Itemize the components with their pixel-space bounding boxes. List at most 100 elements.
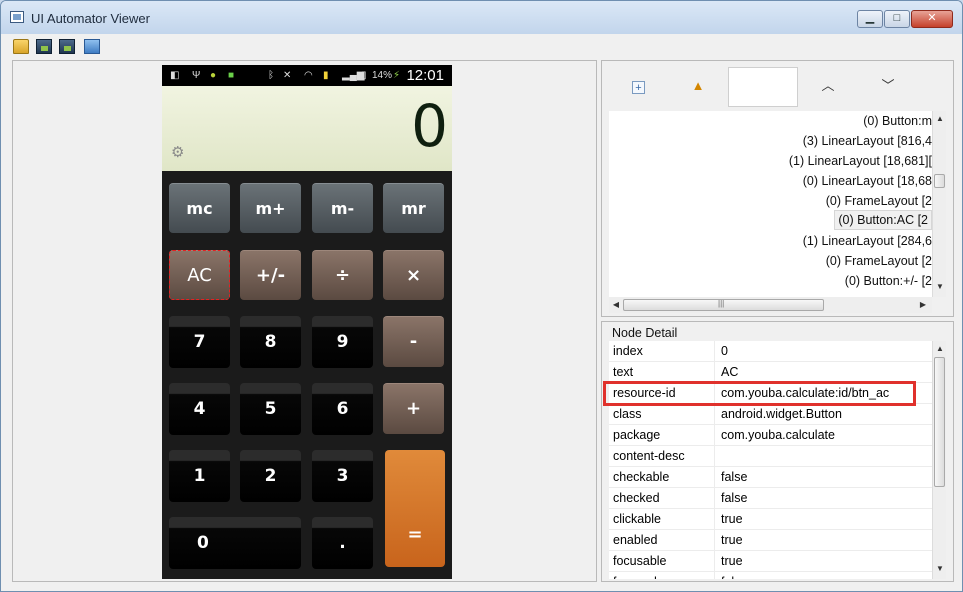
key-3[interactable]: 3	[312, 450, 373, 502]
key-mr[interactable]: mr	[383, 183, 444, 233]
column-divider	[714, 341, 715, 362]
key-7[interactable]: 7	[169, 316, 230, 368]
tree-node[interactable]: (1) LinearLayout [18,681][	[789, 151, 932, 171]
scroll-down-icon[interactable]: ▼	[934, 563, 946, 575]
app-icon	[10, 11, 24, 23]
scroll-thumb[interactable]	[934, 357, 945, 487]
app-notification-icon: ●	[210, 70, 217, 81]
key-minus[interactable]: -	[383, 316, 444, 367]
tree-node[interactable]: (0) FrameLayout [2	[826, 191, 932, 211]
key-mminus[interactable]: m-	[312, 183, 373, 233]
chevron-up-icon[interactable]: ︿	[820, 78, 836, 94]
maximize-button[interactable]: □	[884, 10, 910, 28]
minimize-button[interactable]: ▁	[857, 10, 883, 28]
status-time: 12:01	[406, 67, 444, 84]
key-mc[interactable]: mc	[169, 183, 230, 233]
column-divider	[714, 362, 715, 383]
key-2[interactable]: 2	[240, 450, 301, 502]
tree-node[interactable]: (0) Button:m	[863, 111, 932, 131]
tree-node[interactable]: (0) FrameLayout [2	[826, 251, 932, 271]
detail-value: true	[721, 512, 743, 526]
detail-row-focused[interactable]: focused false	[609, 572, 932, 579]
save-icon[interactable]	[84, 39, 100, 54]
scroll-right-icon[interactable]: ▶	[917, 299, 929, 311]
detail-row-class[interactable]: class android.widget.Button	[609, 404, 932, 425]
detail-row-package[interactable]: package com.youba.calculate	[609, 425, 932, 446]
key-ac[interactable]: AC	[169, 250, 230, 300]
key-multiply[interactable]: ×	[383, 250, 444, 300]
scroll-up-icon[interactable]: ▲	[934, 343, 946, 355]
column-divider	[714, 530, 715, 551]
app-window: UI Automator Viewer ▁ □ ✕ ◧ Ψ ● ■ ᛒ ✕ ◠ …	[0, 0, 963, 592]
detail-key: focused	[613, 575, 657, 579]
title-bar: UI Automator Viewer ▁ □ ✕	[1, 1, 962, 34]
key-dot[interactable]: .	[312, 517, 373, 569]
key-plus-minus[interactable]: +/-	[240, 250, 301, 300]
detail-key: checked	[613, 491, 660, 505]
scroll-up-icon[interactable]: ▲	[934, 113, 946, 125]
detail-row-index[interactable]: index 0	[609, 341, 932, 362]
app-notification-icon-2: ■	[228, 70, 235, 81]
tree-horizontal-scrollbar[interactable]: ◀ ||| ▶	[609, 297, 932, 313]
detail-row-content-desc[interactable]: content-desc	[609, 446, 932, 467]
device-screenshot-icon[interactable]	[36, 39, 52, 54]
mute-icon: ✕	[283, 70, 292, 81]
detail-key: class	[613, 407, 642, 421]
detail-value: com.youba.calculate	[721, 428, 835, 442]
column-divider	[714, 446, 715, 467]
close-button[interactable]: ✕	[911, 10, 953, 28]
tree-node[interactable]: (1) LinearLayout [284,6	[803, 231, 932, 251]
detail-key: checkable	[613, 470, 670, 484]
device-screen[interactable]: ◧ Ψ ● ■ ᛒ ✕ ◠ ▮ ▂▄▆ ▯ 14% ⚡ 12:01 0 ⚙ mc…	[162, 65, 452, 579]
chevron-down-icon[interactable]: ﹀	[880, 78, 896, 94]
tree-node[interactable]: (0) LinearLayout [18,68	[803, 171, 932, 191]
detail-value: true	[721, 554, 743, 568]
key-mplus[interactable]: m+	[240, 183, 301, 233]
warning-icon[interactable]: ▲	[690, 78, 706, 94]
detail-key: index	[613, 344, 643, 358]
column-divider	[714, 404, 715, 425]
key-5[interactable]: 5	[240, 383, 301, 435]
bluetooth-icon: ᛒ	[268, 70, 274, 81]
tree-node-selected[interactable]: (0) Button:AC [2	[834, 210, 932, 230]
detail-row-enabled[interactable]: enabled true	[609, 530, 932, 551]
tree-node[interactable]: (3) LinearLayout [816,4	[803, 131, 932, 151]
folder-open-icon[interactable]	[13, 39, 29, 54]
horizontal-scroll-thumb[interactable]: |||	[623, 299, 824, 311]
key-0[interactable]: 0	[169, 517, 301, 569]
key-equals[interactable]: =	[385, 450, 445, 567]
device-screenshot-compressed-icon[interactable]	[59, 39, 75, 54]
expand-all-icon[interactable]: +	[632, 81, 645, 94]
screenshot-pane: ◧ Ψ ● ■ ᛒ ✕ ◠ ▮ ▂▄▆ ▯ 14% ⚡ 12:01 0 ⚙ mc…	[12, 60, 597, 582]
key-plus[interactable]: +	[383, 383, 444, 434]
node-detail-title: Node Detail	[612, 326, 678, 340]
main-toolbar	[1, 34, 962, 59]
scroll-left-icon[interactable]: ◀	[610, 299, 622, 311]
column-divider	[714, 509, 715, 530]
key-divide[interactable]: ÷	[312, 250, 373, 300]
charging-icon: ⚡	[393, 70, 401, 81]
key-4[interactable]: 4	[169, 383, 230, 435]
notification-icon: ◧	[170, 70, 180, 81]
key-6[interactable]: 6	[312, 383, 373, 435]
detail-value: android.widget.Button	[721, 407, 842, 421]
detail-vertical-scrollbar[interactable]: ▲ ▼	[932, 341, 946, 579]
battery-percent: 14%	[372, 70, 393, 81]
key-9[interactable]: 9	[312, 316, 373, 368]
gear-icon[interactable]: ⚙	[171, 145, 186, 160]
detail-row-text[interactable]: text AC	[609, 362, 932, 383]
node-detail-pane: Node Detail index 0 text AC resource-id com.y…	[601, 321, 954, 582]
detail-row-checkable[interactable]: checkable false	[609, 467, 932, 488]
node-search-box[interactable]	[728, 67, 798, 107]
scroll-thumb[interactable]	[934, 174, 945, 188]
tree-node[interactable]: (0) Button:+/- [2	[845, 271, 932, 291]
detail-key: package	[613, 428, 661, 442]
detail-row-checked[interactable]: checked false	[609, 488, 932, 509]
tree-vertical-scrollbar[interactable]: ▲ ▼	[932, 111, 946, 297]
key-1[interactable]: 1	[169, 450, 230, 502]
detail-row-focusable[interactable]: focusable true	[609, 551, 932, 572]
detail-row-clickable[interactable]: clickable true	[609, 509, 932, 530]
scroll-down-icon[interactable]: ▼	[934, 281, 946, 293]
column-divider	[714, 488, 715, 509]
key-8[interactable]: 8	[240, 316, 301, 368]
